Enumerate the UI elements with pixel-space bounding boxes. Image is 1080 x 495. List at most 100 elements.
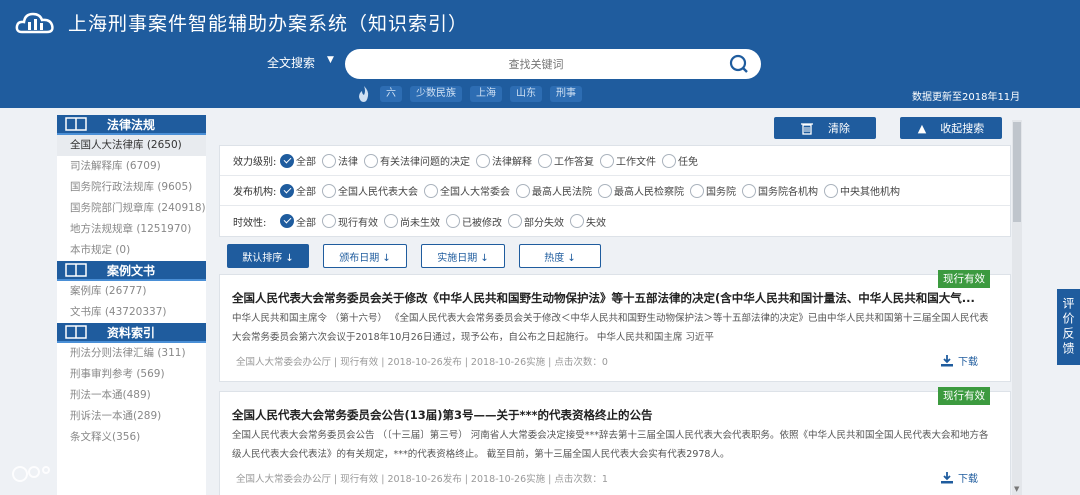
option-label: 国务院各机构 [758, 187, 818, 198]
sidebar-item[interactable]: 刑事审判参考 (569) [57, 364, 206, 385]
sidebar-item[interactable]: 全国人大法律库 (2650) [57, 135, 206, 156]
filter-option[interactable]: 最高人民法院 [516, 183, 592, 198]
result-summary: 中华人民共和国主席令 （第十六号） 《全国人民代表大会常务委员会关于修改＜中华人… [232, 313, 989, 343]
result-title[interactable]: 全国人民代表大会常务委员会关于修改《中华人民共和国野生动物保护法》等十五部法律的… [232, 290, 992, 306]
filter-option[interactable]: 全部 [280, 183, 316, 198]
filter-option[interactable]: 全部 [280, 153, 316, 168]
sidebar-section-title: 案例文书 [107, 263, 156, 278]
hot-tag[interactable]: 少数民族 [410, 86, 462, 102]
filter-option[interactable]: 工作答复 [538, 153, 594, 168]
sidebar-item[interactable]: 国务院行政法规库 (9605) [57, 177, 206, 198]
option-label: 国务院 [706, 187, 736, 198]
download-button[interactable]: 下载 [940, 353, 978, 368]
scroll-down-arrow-icon[interactable]: ▼ [1014, 485, 1019, 493]
radio-icon[interactable] [598, 183, 612, 198]
sidebar-item[interactable]: 刑诉法一本通(289) [57, 406, 206, 427]
radio-icon[interactable] [476, 153, 490, 168]
feedback-button[interactable]: 评价反馈 [1057, 289, 1080, 365]
radio-checked-icon[interactable] [280, 183, 294, 198]
radio-icon[interactable] [322, 183, 336, 198]
book-icon [65, 117, 87, 131]
app-title: 上海刑事案件智能辅助办案系统（知识索引） [68, 13, 469, 35]
radio-icon[interactable] [570, 214, 584, 228]
search-box [345, 49, 761, 79]
hot-tag[interactable]: 刑事 [550, 86, 582, 102]
download-button[interactable]: 下载 [940, 470, 978, 485]
filter-option[interactable]: 国务院 [690, 183, 736, 198]
result-summary: 全国人民代表大会常务委员会公告 （〔十三届〕第三号） 河南省人大常委会决定接受*… [232, 430, 989, 460]
filter-option[interactable]: 法律解释 [476, 153, 532, 168]
filter-option[interactable]: 有关法律问题的决定 [364, 153, 470, 168]
filter-panel: 效力级别: 全部 法律 有关法律问题的决定 法律解释 工作答复 工作文件 任免 … [219, 145, 1011, 237]
radio-icon[interactable] [508, 214, 522, 228]
option-label: 中央其他机构 [840, 187, 900, 198]
option-label: 现行有效 [338, 217, 378, 229]
filter-option[interactable]: 尚未生效 [384, 214, 440, 229]
radio-icon[interactable] [538, 153, 552, 168]
option-label: 全部 [296, 217, 316, 229]
filter-option[interactable]: 失效 [570, 214, 606, 229]
scrollbar[interactable]: ▼ [1012, 120, 1022, 495]
flame-icon [359, 86, 369, 102]
filter-option[interactable]: 现行有效 [322, 214, 378, 229]
search-scope-select[interactable]: 全文搜索 [267, 54, 315, 71]
radio-icon[interactable] [824, 183, 838, 198]
sort-publish-date-button[interactable]: 颁布日期 ↓ [323, 244, 407, 268]
filter-option[interactable]: 国务院各机构 [742, 183, 818, 198]
search-icon[interactable] [729, 54, 749, 74]
radio-icon[interactable] [516, 183, 530, 198]
filter-option[interactable]: 部分失效 [508, 214, 564, 229]
radio-icon[interactable] [600, 153, 614, 168]
radio-icon[interactable] [364, 153, 378, 168]
sidebar-item[interactable]: 地方法规规章 (1251970) [57, 219, 206, 240]
sidebar-item[interactable]: 司法解释库 (6709) [57, 156, 206, 177]
filter-option[interactable]: 全部 [280, 214, 316, 229]
sidebar-item[interactable]: 刑法一本通(489) [57, 385, 206, 406]
sort-effective-date-button[interactable]: 实施日期 ↓ [421, 244, 505, 268]
sidebar-item[interactable]: 文书库 (43720337) [57, 302, 206, 323]
radio-icon[interactable] [662, 153, 676, 168]
filter-option[interactable]: 中央其他机构 [824, 183, 900, 198]
chevron-down-icon[interactable]: ▼ [327, 55, 334, 65]
radio-icon[interactable] [322, 214, 336, 228]
result-title[interactable]: 全国人民代表大会常务委员会公告(13届)第3号——关于***的代表资格终止的公告 [232, 407, 992, 423]
radio-checked-icon[interactable] [280, 214, 294, 228]
book-icon [65, 263, 87, 277]
radio-icon[interactable] [322, 153, 336, 168]
filter-option[interactable]: 任免 [662, 153, 698, 168]
filter-option[interactable]: 工作文件 [600, 153, 656, 168]
search-input[interactable] [361, 49, 711, 79]
sort-popularity-button[interactable]: 热度 ↓ [519, 244, 601, 268]
hot-tag[interactable]: 上海 [470, 86, 502, 102]
sort-default-button[interactable]: 默认排序 ↓ [227, 244, 309, 268]
collapse-search-button[interactable]: ▲ 收起搜索 [900, 117, 1002, 139]
sidebar-section-header[interactable]: 法律法规 [57, 115, 206, 135]
filter-option[interactable]: 法律 [322, 153, 358, 168]
filter-option[interactable]: 全国人大常委会 [424, 183, 510, 198]
sidebar-item[interactable]: 刑法分则法律汇编 (311) [57, 343, 206, 364]
sidebar-item[interactable]: 国务院部门规章库 (240918) [57, 198, 206, 219]
sidebar-item[interactable]: 本市规定 (0) [57, 240, 206, 261]
radio-icon[interactable] [446, 214, 460, 228]
result-card: 现行有效 全国人民代表大会常务委员会关于修改《中华人民共和国野生动物保护法》等十… [219, 270, 1011, 382]
filter-option[interactable]: 最高人民检察院 [598, 183, 684, 198]
sidebar-section-header[interactable]: 案例文书 [57, 261, 206, 281]
filter-label: 发布机构: [233, 187, 277, 198]
sidebar-section-header[interactable]: 资料索引 [57, 323, 206, 343]
filter-option[interactable]: 已被修改 [446, 214, 502, 229]
clear-button[interactable]: 清除 [774, 117, 876, 139]
radio-checked-icon[interactable] [280, 153, 294, 168]
option-label: 已被修改 [462, 217, 502, 229]
hot-tag[interactable]: 六 [380, 86, 402, 102]
radio-icon[interactable] [742, 183, 756, 198]
scrollbar-thumb[interactable] [1013, 122, 1021, 222]
filter-option[interactable]: 全国人民代表大会 [322, 183, 418, 198]
sidebar-item[interactable]: 案例库 (26777) [57, 281, 206, 302]
radio-icon[interactable] [384, 214, 398, 228]
radio-icon[interactable] [424, 183, 438, 198]
option-label: 全部 [296, 157, 316, 168]
radio-icon[interactable] [690, 183, 704, 198]
option-label: 工作答复 [554, 157, 594, 168]
sidebar-item[interactable]: 条文释义(356) [57, 427, 206, 448]
hot-tag[interactable]: 山东 [510, 86, 542, 102]
